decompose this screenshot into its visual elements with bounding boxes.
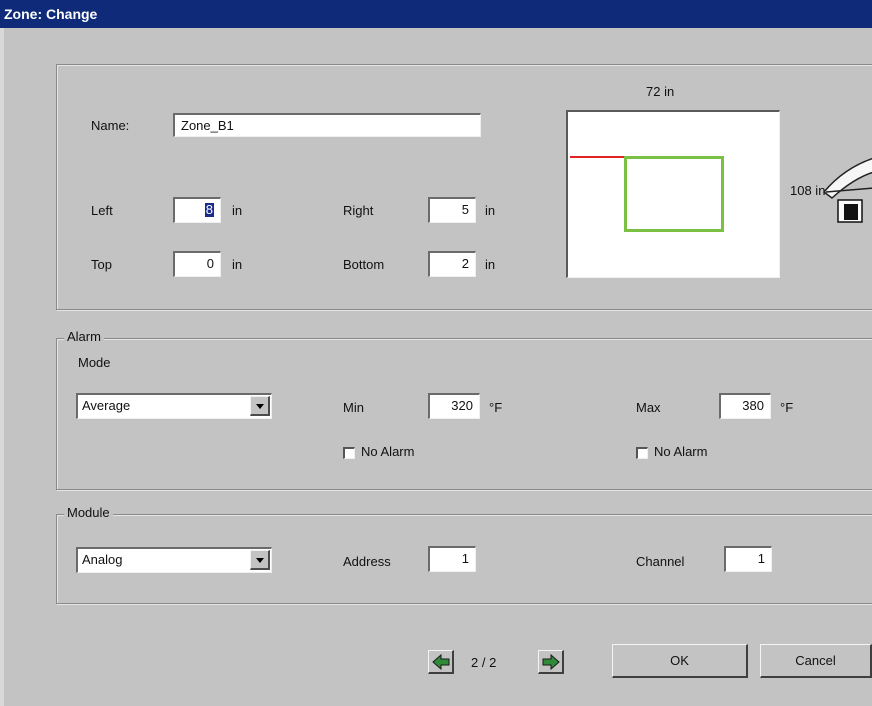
alarm-legend: Alarm [64, 329, 104, 344]
max-temp-unit: °F [780, 400, 794, 415]
bottom-label: Bottom [343, 257, 385, 272]
min-no-alarm-checkbox[interactable] [343, 447, 355, 459]
max-input[interactable]: 380 [719, 393, 771, 419]
window-title: Zone: Change [4, 6, 98, 22]
camera-icon [822, 158, 872, 223]
prev-arrow-icon [432, 653, 450, 671]
dropdown-arrow-icon[interactable] [250, 396, 270, 416]
bottom-unit: in [485, 257, 496, 272]
name-input[interactable]: Zone_B1 [173, 113, 481, 137]
channel-label: Channel [636, 554, 685, 569]
window-border [0, 28, 4, 706]
zone-outline [624, 156, 724, 232]
bottom-input[interactable]: 2 [428, 251, 476, 277]
address-input[interactable]: 1 [428, 546, 476, 572]
name-label: Name: [91, 118, 130, 133]
right-label: Right [343, 203, 374, 218]
preview-width-label: 72 in [646, 84, 675, 99]
alarm-mode-select[interactable]: Average [76, 393, 272, 419]
next-page-button[interactable] [538, 650, 564, 674]
ok-button-label: OK [670, 653, 689, 668]
ok-button[interactable]: OK [612, 644, 748, 678]
left-input[interactable]: 8 [173, 197, 221, 223]
title-bar: Zone: Change [0, 0, 872, 28]
min-temp-unit: °F [489, 400, 503, 415]
top-unit: in [232, 257, 243, 272]
dropdown-arrow-icon[interactable] [250, 550, 270, 570]
top-input[interactable]: 0 [173, 251, 221, 277]
prev-page-button[interactable] [428, 650, 454, 674]
left-label: Left [91, 203, 113, 218]
min-no-alarm-label: No Alarm [361, 444, 415, 459]
module-type-value: Analog [82, 552, 123, 567]
cancel-button[interactable]: Cancel [760, 644, 872, 678]
top-label: Top [91, 257, 112, 272]
zone-offset-marker [570, 156, 626, 158]
max-no-alarm-label: No Alarm [654, 444, 708, 459]
right-input[interactable]: 5 [428, 197, 476, 223]
next-arrow-icon [542, 653, 560, 671]
max-no-alarm-checkbox[interactable] [636, 447, 648, 459]
left-unit: in [232, 203, 243, 218]
module-type-select[interactable]: Analog [76, 547, 272, 573]
mode-label: Mode [78, 355, 111, 370]
address-label: Address [343, 554, 391, 569]
module-legend: Module [64, 505, 113, 520]
min-label: Min [343, 400, 364, 415]
zone-preview [566, 110, 780, 278]
left-value: 8 [204, 202, 214, 217]
channel-input[interactable]: 1 [724, 546, 772, 572]
cancel-button-label: Cancel [795, 653, 836, 668]
alarm-mode-value: Average [82, 398, 131, 413]
page-indicator: 2 / 2 [471, 655, 497, 670]
right-unit: in [485, 203, 496, 218]
max-label: Max [636, 400, 661, 415]
min-input[interactable]: 320 [428, 393, 480, 419]
